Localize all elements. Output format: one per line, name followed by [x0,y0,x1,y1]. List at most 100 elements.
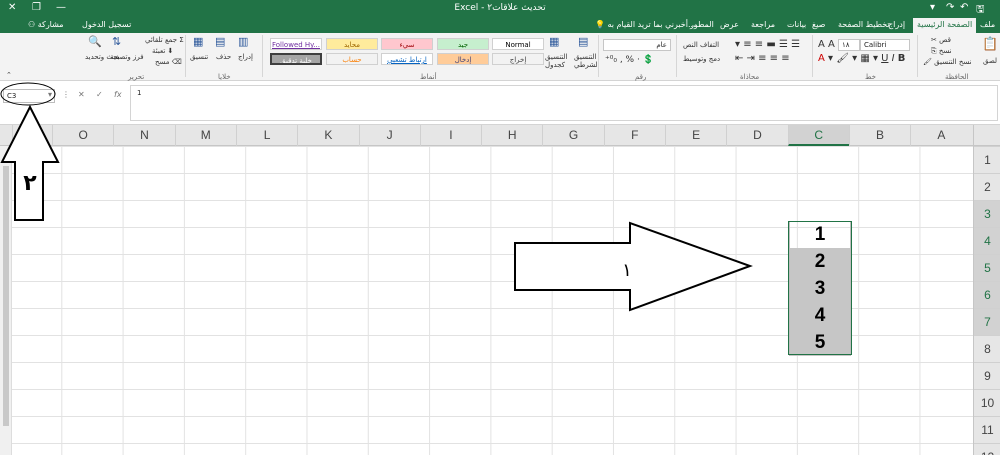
delete-button[interactable]: حذف [216,53,231,61]
paste-button[interactable]: لصق [983,57,997,65]
wrap-text-button[interactable]: التفاف النص [683,41,719,49]
row-header-7[interactable]: 7 [974,308,1000,335]
column-header-f[interactable]: F [603,125,665,146]
tab-review[interactable]: مراجعة [751,20,775,29]
tell-me-box[interactable]: 💡 أخبرني بما تريد القيام به... [595,20,696,29]
cell-area[interactable]: 1 2 3 4 5 [0,146,973,455]
format-as-table-icon[interactable]: ▦ [549,35,559,48]
row-header-8[interactable]: 8 [974,335,1000,362]
column-header-d[interactable]: D [726,125,787,146]
insert-button[interactable]: إدراج [238,53,253,61]
enter-icon[interactable]: ✓ [96,90,103,99]
font-size-buttons[interactable]: A A [818,39,835,50]
collapse-ribbon-icon[interactable]: ⌃ [6,71,12,79]
autosum-button[interactable]: جمع تلقائي Σ [145,36,184,44]
style-good[interactable]: جيد [437,38,489,50]
alignment-buttons-top[interactable]: ▾ ≡ ≡ ▬ ☰ ☰ [735,39,800,50]
column-header-g[interactable]: G [542,125,603,146]
row-header-1[interactable]: 1 [974,146,1000,173]
font-name-select[interactable]: Calibri [860,39,910,51]
clear-button[interactable]: مسح ⌫ [155,58,182,66]
number-format-buttons[interactable]: ⁺⁰₀ , % · 💲 [605,55,654,65]
tab-view[interactable]: عرض [720,20,739,29]
column-header-n[interactable]: N [113,125,174,146]
signin-link[interactable]: تسجيل الدخول [82,20,131,29]
alignment-buttons-bottom[interactable]: ⇤ ⇥ ≡ ≡ ≡ [735,53,790,64]
share-button[interactable]: ⚇ مشاركة [28,20,64,29]
sort-filter-icon[interactable]: ⇅ [112,35,121,48]
namebox-dropdown-icon[interactable]: ▾ [48,90,52,99]
paste-icon[interactable]: 📋 [982,37,998,52]
row-header-6[interactable]: 6 [974,281,1000,308]
cut-button[interactable]: ✂ قص [931,36,951,44]
tab-file[interactable]: ملف [980,20,995,29]
sort-filter-button[interactable]: فرز وتصفية [110,53,144,61]
column-header-a[interactable]: A [910,125,971,146]
delete-cells-icon[interactable]: ▤ [215,35,225,48]
save-icon[interactable]: 🖫 [976,2,985,19]
copy-button[interactable]: ⎘ نسخ [931,47,952,56]
customize-qat-icon[interactable]: ▾ [930,2,935,13]
cell-c6[interactable]: 4 [789,302,851,329]
format-painter-button[interactable]: 🖌 نسخ التنسيق [923,58,972,66]
format-cells-icon[interactable]: ▦ [193,35,203,48]
column-header-p[interactable]: P [12,125,52,146]
row-header-4[interactable]: 4 [974,227,1000,254]
tab-page-layout[interactable]: تخطيط الصفحة [838,20,890,29]
font-style-buttons[interactable]: A ▾ 🖌 ▾ ▦ ▾ U I B [818,53,905,64]
select-all-corner[interactable] [973,125,1000,146]
redo-icon[interactable]: ↷ [946,2,954,13]
column-header-m[interactable]: M [174,125,236,146]
insert-function-icon[interactable]: fx [114,90,122,99]
font-size-select[interactable]: ١٨ [838,39,860,51]
column-header-h[interactable]: H [481,125,542,146]
conditional-format-button[interactable]: التنسيق الشرطي [574,53,600,69]
conditional-format-icon[interactable]: ▤ [578,35,588,48]
column-header-b[interactable]: B [848,125,910,146]
row-header-11[interactable]: 11 [974,416,1000,443]
style-input[interactable]: إدخال [437,53,489,65]
row-header-5[interactable]: 5 [974,254,1000,281]
formula-input[interactable]: 1 [130,85,998,121]
style-bad[interactable]: سيء [381,38,433,50]
scroll-thumb[interactable] [3,166,9,426]
column-header-k[interactable]: K [297,125,358,146]
find-icon[interactable]: 🔍 [88,35,102,48]
insert-cells-icon[interactable]: ▥ [238,35,248,48]
style-check-cell[interactable]: خلية تدقيق [270,53,322,65]
column-header-j[interactable]: J [358,125,420,146]
column-header-c[interactable]: C [787,125,849,146]
undo-icon[interactable]: ↶ [960,2,968,13]
cancel-icon[interactable]: ✕ [78,90,85,99]
row-header-2[interactable]: 2 [974,173,1000,200]
format-as-table-button[interactable]: التنسيق كجدول [545,53,573,69]
style-neutral[interactable]: محايد [326,38,378,50]
row-header-3[interactable]: 3 [974,200,1000,227]
cell-c7[interactable]: 5 [789,329,851,356]
number-format-select[interactable]: عام [603,39,671,51]
fill-button[interactable]: تعبئة ⬇ [152,47,173,55]
tab-data[interactable]: بيانات [787,20,806,29]
style-output[interactable]: إخراج [492,53,544,65]
column-header-e[interactable]: E [665,125,726,146]
format-button[interactable]: تنسيق [190,53,208,61]
column-header-l[interactable]: L [235,125,297,146]
cell-c4[interactable]: 2 [789,248,851,275]
style-hyperlink[interactable]: ارتباط تشعبي [381,53,433,65]
tab-formulas[interactable]: صيغ [812,20,825,29]
cell-c5[interactable]: 3 [789,275,851,302]
tab-home[interactable]: الصفحة الرئيسية [913,18,977,33]
column-header-o[interactable]: O [52,125,113,146]
vertical-scrollbar[interactable] [0,146,12,455]
style-calculation[interactable]: حساب [326,53,378,65]
merge-center-button[interactable]: دمج وتوسيط [683,55,720,63]
tab-insert[interactable]: إدراج [888,20,905,29]
cell-c3[interactable]: 1 [789,221,851,248]
row-header-9[interactable]: 9 [974,362,1000,389]
column-header-i[interactable]: I [419,125,481,146]
style-normal[interactable]: Normal [492,38,544,50]
row-header-10[interactable]: 10 [974,389,1000,416]
row-header-12[interactable]: 12 [974,443,1000,455]
tab-developer[interactable]: المطور [690,20,714,29]
style-followed-hyperlink[interactable]: Followed Hy... [270,38,322,50]
